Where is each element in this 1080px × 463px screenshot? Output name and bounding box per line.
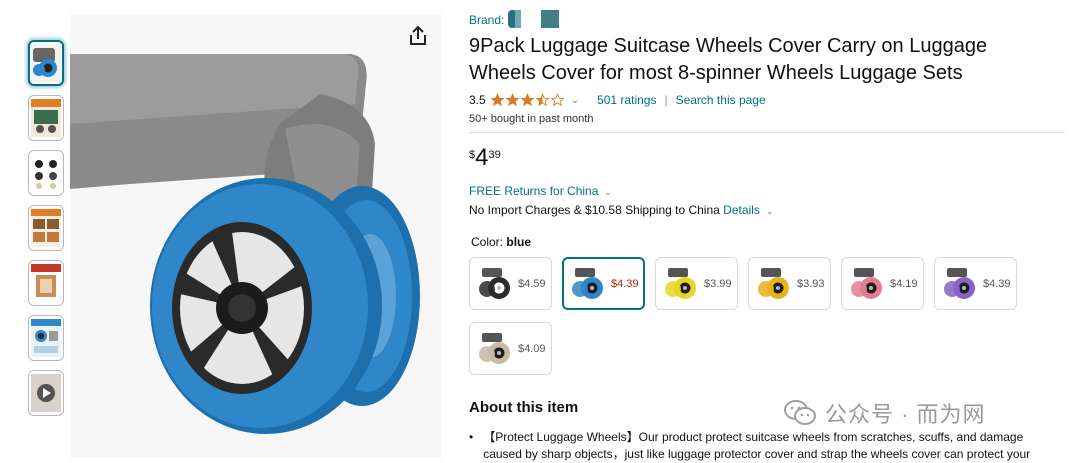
product-title: 9Pack Luggage Suitcase Wheels Cover Carr… <box>469 35 988 84</box>
product-details: Brand: 9Pack Luggage Suitcase Wheels Cov… <box>469 9 1069 463</box>
color-swatch[interactable]: $3.99 <box>655 257 738 310</box>
color-swatch[interactable]: $4.09 <box>469 322 552 375</box>
thumbnail-1[interactable] <box>28 40 64 86</box>
star-icon <box>520 93 535 107</box>
separator: | <box>664 93 668 107</box>
divider <box>469 132 1065 133</box>
bought-count: 50+ bought in past month <box>469 113 594 125</box>
wheel-swatch-icon <box>851 267 882 299</box>
shipping-text: No Import Charges & $10.58 Shipping to C… <box>469 203 720 217</box>
size-thumb-image <box>31 264 61 302</box>
returns-row[interactable]: FREE Returns for China ⌄ <box>469 184 1069 198</box>
wheel-swatch-icon <box>572 267 603 299</box>
suitcase-wheel-image <box>70 14 442 458</box>
thumbnail-4[interactable] <box>28 205 64 251</box>
chevron-down-icon[interactable]: ⌄ <box>571 95 579 106</box>
infographic-thumb-image <box>31 99 61 137</box>
wheel-thumb-image <box>31 44 61 82</box>
thumbnail-video[interactable] <box>28 370 64 416</box>
swatch-price: $4.09 <box>518 342 546 355</box>
swatch-price: $4.39 <box>611 277 639 290</box>
search-page-link[interactable]: Search this page <box>676 93 766 107</box>
price-fraction: 39 <box>488 149 501 161</box>
share-icon[interactable] <box>406 24 430 48</box>
color-label-row: Color: blue <box>471 235 1069 249</box>
returns-link[interactable]: FREE Returns for China <box>469 184 598 198</box>
chevron-down-icon[interactable]: ⌄ <box>604 187 612 197</box>
watermark: 公众号 · 而为网 <box>783 397 986 429</box>
thumbnail-6[interactable] <box>28 315 64 361</box>
color-swatch[interactable]: $4.19 <box>841 257 924 310</box>
swatch-price: $4.39 <box>983 277 1011 290</box>
wheel-swatch-icon <box>944 267 975 299</box>
details-link[interactable]: Details <box>723 203 760 217</box>
brand-label[interactable]: Brand: <box>469 13 504 27</box>
price-whole: 4 <box>475 144 489 171</box>
swatch-price: $3.99 <box>704 277 732 290</box>
main-product-image[interactable] <box>70 14 442 458</box>
thumbnail-2[interactable] <box>28 95 64 141</box>
color-selected: blue <box>506 235 532 249</box>
rating-row: 3.5 ⌄ 501 ratings | Search this page <box>469 92 1069 108</box>
swatch-price: $4.59 <box>518 277 546 290</box>
wheel-swatch-icon <box>479 332 510 364</box>
color-swatch[interactable]: $4.59 <box>469 257 552 310</box>
ratings-link[interactable]: 501 ratings <box>597 93 656 107</box>
steps-thumb-image <box>31 209 61 247</box>
star-icon <box>535 93 550 107</box>
price: $ 4 39 <box>469 146 1069 172</box>
play-video-icon <box>31 374 61 412</box>
star-icon <box>490 93 505 107</box>
watermark-text: 公众号 · 而为网 <box>825 402 986 427</box>
color-swatch[interactable]: $4.39 <box>934 257 1017 310</box>
thumbnail-3[interactable] <box>28 150 64 196</box>
star-rating[interactable] <box>490 93 565 107</box>
shipping-row: No Import Charges & $10.58 Shipping to C… <box>469 203 1069 217</box>
color-swatch[interactable]: $4.39 <box>562 257 645 310</box>
star-icon <box>550 93 565 107</box>
detail-thumb-image <box>31 319 61 357</box>
star-icon <box>505 93 520 107</box>
wheel-swatch-icon <box>758 267 789 299</box>
rating-value: 3.5 <box>469 93 486 107</box>
color-swatches: $4.59 $4.39 $3.99 $3.93 $4.19 $4.39 $4.09 <box>469 257 1069 387</box>
color-label: Color: <box>471 235 504 249</box>
colors-thumb-image <box>31 154 61 192</box>
color-swatch[interactable]: $3.93 <box>748 257 831 310</box>
brand-logo[interactable] <box>508 9 562 31</box>
wheel-swatch-icon <box>665 267 696 299</box>
brand-row: Brand: <box>469 9 1069 31</box>
wechat-icon <box>784 400 816 425</box>
swatch-price: $3.93 <box>797 277 825 290</box>
thumbnail-strip <box>28 40 66 425</box>
wheel-swatch-icon <box>479 267 510 299</box>
thumbnail-5[interactable] <box>28 260 64 306</box>
swatch-price: $4.19 <box>890 277 918 290</box>
chevron-down-icon[interactable]: ⌄ <box>766 206 774 216</box>
